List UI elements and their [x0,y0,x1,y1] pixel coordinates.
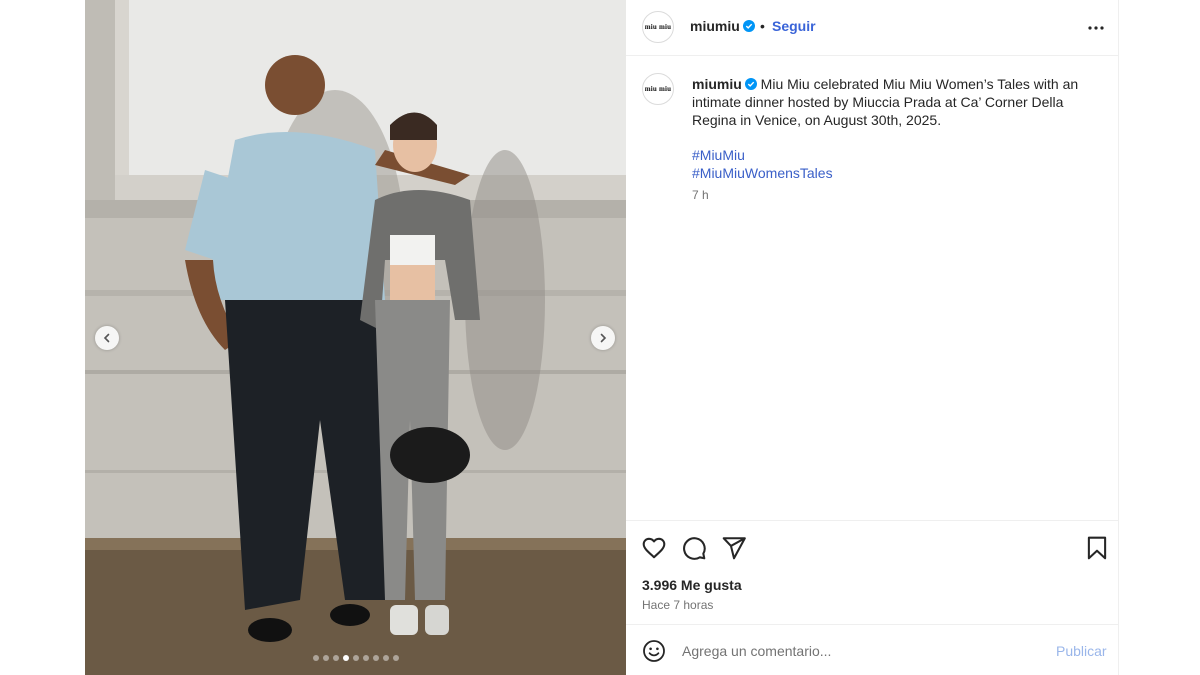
carousel-dot [352,655,359,661]
carousel-dot [322,655,329,661]
hashtag-link[interactable]: #MiuMiu [692,146,833,164]
caption-username[interactable]: miumiu [692,76,742,92]
verified-badge-icon [742,20,755,32]
carousel-dot [372,655,379,661]
carousel-dot [382,655,389,661]
carousel-dot [312,655,319,661]
post-details-panel: miu miu miumiu • Seguir miu miu miumiu M… [626,0,1119,675]
avatar-logo-text: miu miu [644,85,672,93]
follow-button[interactable]: Seguir [772,18,816,34]
emoji-icon[interactable] [642,639,666,663]
share-button[interactable] [721,535,747,561]
post-timestamp[interactable]: Hace 7 horas [642,598,713,612]
verified-badge-icon [744,78,757,90]
comment-input[interactable] [682,641,1042,661]
save-button[interactable] [1084,535,1110,561]
hashtag-list: #MiuMiu #MiuMiuWomensTales [692,146,833,182]
post-media[interactable] [85,0,626,675]
carousel-dot [392,655,399,661]
avatar-logo-text: miu miu [644,23,672,31]
chevron-right-icon [600,333,607,343]
caption-timestamp[interactable]: 7 h [692,188,709,202]
publish-button[interactable]: Publicar [1056,643,1107,659]
heart-icon [642,537,666,559]
chevron-left-icon [103,333,110,343]
likes-count[interactable]: 3.996 Me gusta [642,577,742,593]
post-photo [85,0,626,675]
carousel-dot [342,655,349,661]
carousel-prev-button[interactable] [95,326,119,350]
username-link[interactable]: miumiu [690,18,755,34]
comment-bar: Publicar [626,624,1119,675]
avatar[interactable]: miu miu [642,11,674,43]
more-options-icon[interactable] [1086,18,1106,38]
hashtag-link[interactable]: #MiuMiuWomensTales [692,164,833,182]
post-actions: 3.996 Me gusta Hace 7 horas [626,520,1119,624]
carousel-indicator [85,655,626,661]
like-button[interactable] [641,535,667,561]
post-header: miu miu miumiu • Seguir [626,0,1119,56]
post-caption: miumiu Miu Miu celebrated Miu Miu Women’… [692,75,1092,129]
share-icon [722,537,746,560]
bookmark-icon [1087,536,1107,560]
carousel-dot [332,655,339,661]
carousel-next-button[interactable] [591,326,615,350]
comment-button[interactable] [681,535,707,561]
comment-icon [683,537,706,560]
caption-avatar[interactable]: miu miu [642,73,674,105]
carousel-dot [362,655,369,661]
separator-bullet: • [760,18,765,34]
